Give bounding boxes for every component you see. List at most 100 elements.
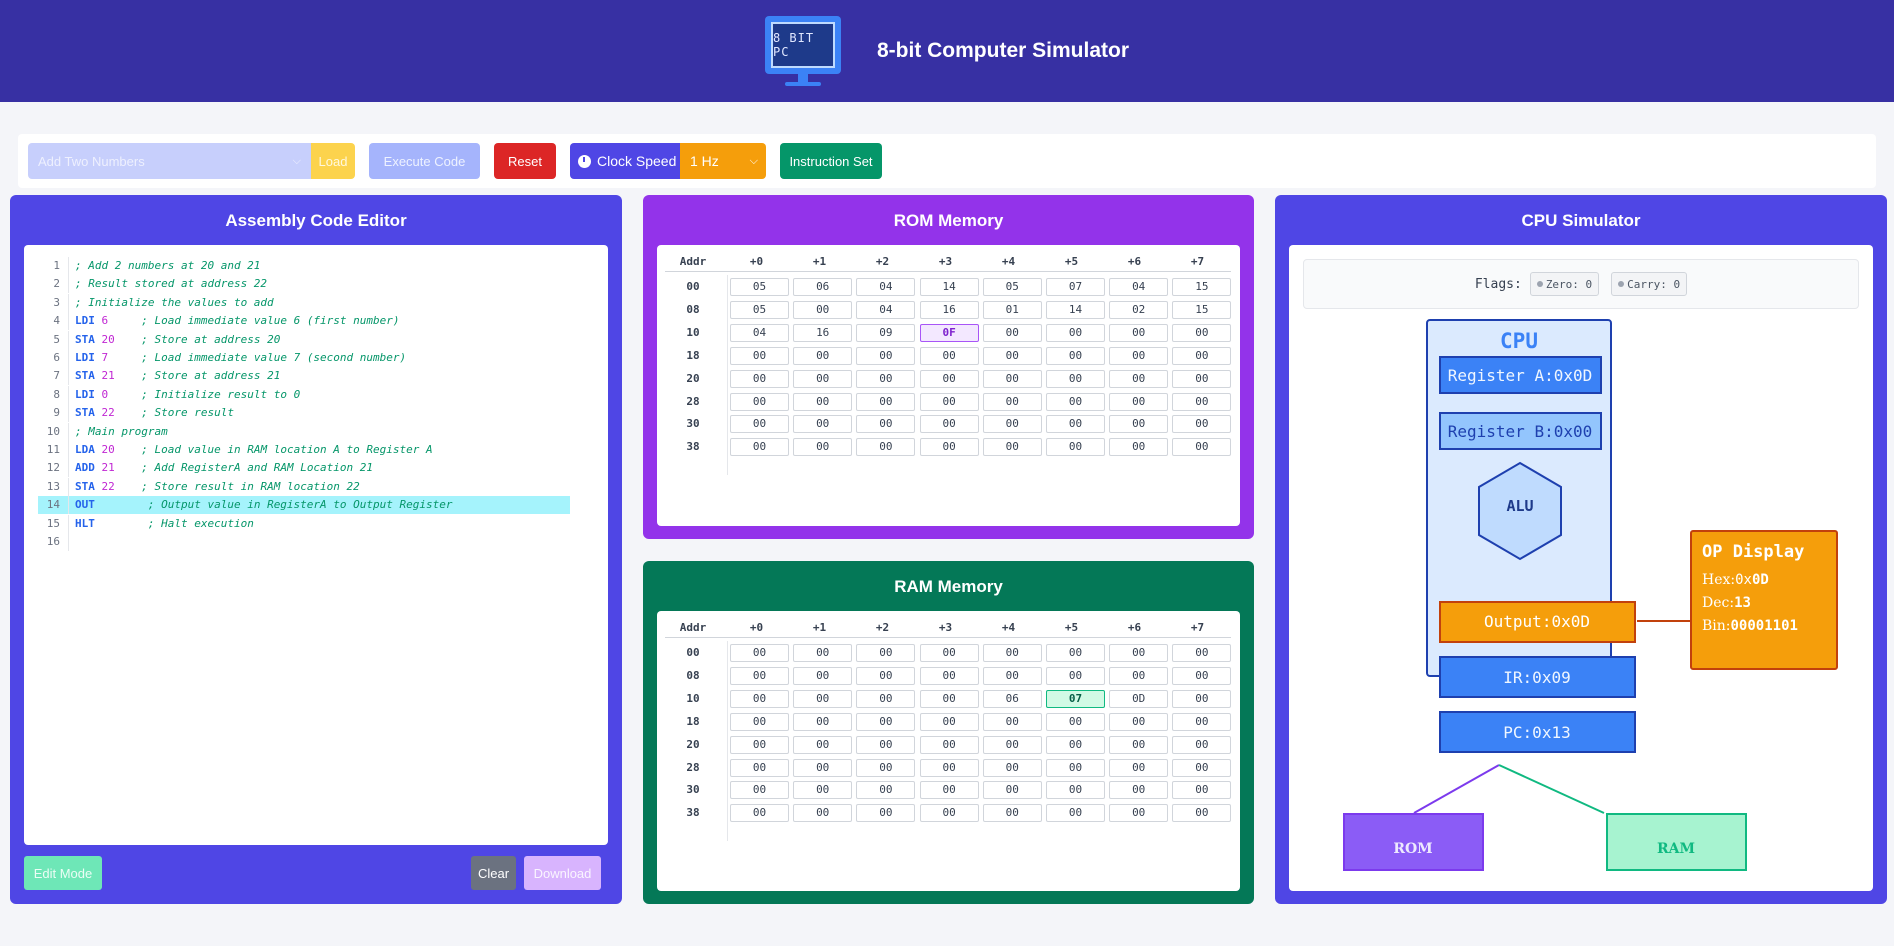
memory-cell[interactable]: 00 [1046,735,1105,754]
memory-cell[interactable]: 00 [730,346,789,365]
memory-cell[interactable]: 00 [730,804,789,823]
memory-cell[interactable]: 00 [982,323,1042,342]
memory-cell[interactable]: 00 [982,804,1042,823]
memory-cell[interactable]: 00 [919,712,979,731]
code-line[interactable]: 9 STA 22 ; Store result [38,404,570,423]
memory-cell[interactable]: 00 [793,346,853,365]
memory-cell[interactable]: 0D [1109,689,1169,708]
memory-cell[interactable]: 00 [856,415,916,434]
memory-cell[interactable]: 00 [730,689,789,708]
memory-cell[interactable]: 00 [730,392,789,411]
memory-cell[interactable]: 00 [1172,323,1232,342]
memory-cell[interactable]: 00 [1046,712,1105,731]
code-line[interactable]: 13 STA 22 ; Store result in RAM location … [38,477,570,496]
memory-cell[interactable]: 00 [919,758,979,777]
memory-cell[interactable]: 15 [1172,300,1232,319]
memory-cell[interactable]: 00 [1109,712,1169,731]
memory-cell[interactable]: 00 [982,712,1042,731]
clear-button[interactable]: Clear [471,856,516,890]
memory-cell[interactable]: 00 [793,735,853,754]
memory-cell[interactable]: 00 [1046,346,1105,365]
memory-cell[interactable]: 00 [1046,438,1105,457]
memory-cell[interactable]: 00 [856,392,916,411]
memory-cell[interactable]: 00 [793,781,853,800]
memory-cell[interactable]: 00 [982,781,1042,800]
clock-speed-select[interactable]: 1 Hz ⌵ [680,143,766,179]
memory-cell[interactable]: 00 [1046,758,1105,777]
memory-cell[interactable]: 00 [1172,758,1232,777]
memory-cell[interactable]: 00 [982,735,1042,754]
memory-cell[interactable]: 00 [919,781,979,800]
memory-cell[interactable]: 00 [1172,438,1232,457]
memory-cell[interactable]: 00 [982,346,1042,365]
memory-cell[interactable]: 00 [919,438,979,457]
code-line[interactable]: 16 [38,533,570,551]
memory-cell[interactable]: 00 [1172,666,1232,685]
memory-cell[interactable]: 00 [1172,369,1232,388]
memory-cell[interactable]: 05 [730,278,789,296]
memory-cell[interactable]: 00 [1172,644,1232,662]
memory-cell[interactable]: 00 [982,666,1042,685]
memory-cell[interactable]: 00 [856,438,916,457]
instruction-set-button[interactable]: Instruction Set [780,143,882,179]
memory-cell[interactable]: 00 [982,392,1042,411]
memory-cell[interactable]: 00 [730,415,789,434]
code-line[interactable]: 11 LDA 20 ; Load value in RAM location A … [38,441,570,459]
memory-cell[interactable]: 00 [1109,666,1169,685]
memory-cell[interactable]: 00 [919,392,979,411]
memory-cell[interactable]: 00 [1046,804,1105,823]
memory-cell[interactable]: 00 [730,712,789,731]
code-line[interactable]: 1 ; Add 2 numbers at 20 and 21 [38,257,570,275]
memory-cell[interactable]: 00 [793,369,853,388]
memory-cell[interactable]: 00 [982,415,1042,434]
memory-cell[interactable]: 00 [919,666,979,685]
memory-cell[interactable]: 14 [919,278,979,296]
code-line[interactable]: 12 ADD 21 ; Add RegisterA and RAM Locatio… [38,459,570,478]
memory-cell[interactable]: 00 [1109,415,1169,434]
code-line[interactable]: 14 OUT ; Output value in RegisterA to Out… [38,496,570,515]
memory-cell[interactable]: 00 [793,438,853,457]
memory-cell[interactable]: 00 [1172,804,1232,823]
code-line[interactable]: 8 LDI 0 ; Initialize result to 0 [38,385,570,404]
memory-cell[interactable]: 06 [793,278,853,296]
memory-cell[interactable]: 00 [1046,369,1105,388]
memory-cell[interactable]: 00 [856,666,916,685]
memory-cell[interactable]: 00 [1172,735,1232,754]
memory-cell[interactable]: 00 [856,804,916,823]
reset-button[interactable]: Reset [494,143,556,179]
memory-cell[interactable]: 00 [793,644,853,662]
memory-cell[interactable]: 00 [1109,346,1169,365]
memory-cell[interactable]: 00 [856,735,916,754]
memory-cell[interactable]: 16 [919,300,979,319]
memory-cell[interactable]: 00 [856,346,916,365]
memory-cell[interactable]: 00 [793,415,853,434]
memory-cell[interactable]: 00 [982,758,1042,777]
load-button[interactable]: Load [311,143,355,179]
memory-cell[interactable]: 00 [730,644,789,662]
memory-cell[interactable]: 00 [982,644,1042,662]
memory-cell[interactable]: 00 [730,735,789,754]
download-button[interactable]: Download [524,856,601,890]
memory-cell[interactable]: 00 [1172,781,1232,800]
memory-cell[interactable]: 00 [793,666,853,685]
memory-cell[interactable]: 00 [919,346,979,365]
memory-cell[interactable]: 00 [730,758,789,777]
memory-cell[interactable]: 00 [793,300,853,319]
memory-cell[interactable]: 07 [1046,278,1105,296]
memory-cell[interactable]: 00 [1109,758,1169,777]
memory-cell[interactable]: 00 [1172,392,1232,411]
memory-cell[interactable]: 00 [1172,689,1232,708]
memory-cell[interactable]: 00 [730,781,789,800]
memory-cell[interactable]: 00 [1046,666,1105,685]
memory-cell[interactable]: 00 [856,781,916,800]
memory-cell[interactable]: 07 [1046,689,1105,708]
memory-cell[interactable]: 00 [856,644,916,662]
program-select[interactable]: Add Two Numbers ⌵ [28,143,311,179]
memory-cell[interactable]: 14 [1046,300,1105,319]
code-line[interactable]: 5 STA 20 ; Store at address 20 [38,330,570,349]
memory-cell[interactable]: 00 [856,689,916,708]
memory-cell[interactable]: 00 [856,369,916,388]
memory-cell[interactable]: 00 [856,712,916,731]
code-line[interactable]: 2 ; Result stored at address 22 [38,275,570,294]
memory-cell[interactable]: 00 [793,689,853,708]
